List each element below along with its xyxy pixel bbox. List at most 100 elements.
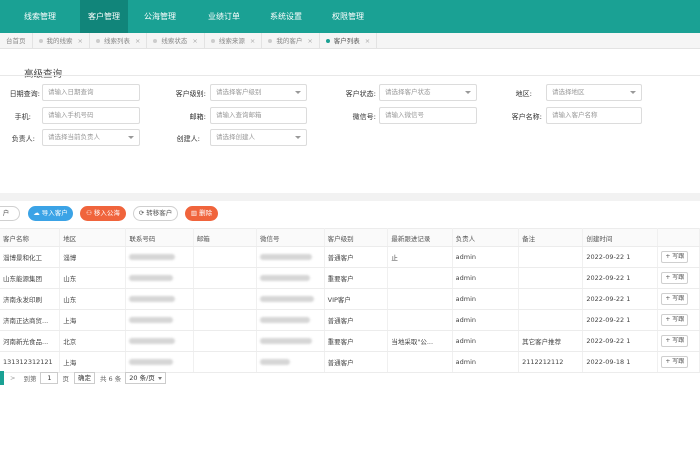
col-header[interactable]: 备注 <box>518 228 584 247</box>
nav-item-permissions[interactable]: 权限管理 <box>316 0 380 33</box>
chevron-right-icon[interactable]: > <box>10 374 15 382</box>
col-header[interactable]: 邮箱 <box>193 228 258 247</box>
page-size-value: 20 条/页 <box>129 374 155 382</box>
cell-created: 2022-09-22 1 <box>582 267 659 289</box>
col-header[interactable]: 微信号 <box>256 228 325 247</box>
redacted-value <box>260 359 290 365</box>
nav-item-customers[interactable]: 客户管理 <box>80 0 128 33</box>
tab-lead-source[interactable]: 线索来源 × <box>205 33 263 49</box>
cell-phone <box>125 330 194 352</box>
close-icon[interactable]: × <box>192 37 197 45</box>
confirm-page-button[interactable]: 确定 <box>73 372 95 384</box>
close-icon[interactable]: × <box>365 37 370 45</box>
owner-select[interactable]: 请选择当前负责人 <box>42 129 140 146</box>
creator-select[interactable]: 请选择创建人 <box>210 129 307 146</box>
placeholder: 请选择创建人 <box>216 133 255 141</box>
email-input[interactable]: 请输入查询邮箱 <box>210 107 307 124</box>
table-row[interactable]: 山东能源集团 山东 重要客户 admin 2022-09-22 1 + 写跟 <box>0 267 700 289</box>
cell-wechat <box>256 330 325 352</box>
cell-owner: admin <box>452 351 520 373</box>
cell-wechat <box>256 351 325 373</box>
level-select[interactable]: 请选择客户级别 <box>210 84 307 101</box>
table-row[interactable]: 济南永发印刷 山东 VIP客户 admin 2022-09-22 1 + 写跟 <box>0 288 700 310</box>
delete-button[interactable]: ▥ 删除 <box>185 206 218 221</box>
creator-label: 创建人: <box>176 135 200 143</box>
tab-lead-status[interactable]: 线索状态 × <box>147 33 205 49</box>
cell-region: 山东 <box>59 288 127 310</box>
phone-input[interactable]: 请输入手机号码 <box>42 107 140 124</box>
chevron-down-icon <box>128 136 134 139</box>
cell-note <box>518 267 584 289</box>
pagination-accent <box>0 371 4 385</box>
redacted-value <box>129 359 174 365</box>
table-row[interactable]: 淄博景和化工 淄博 普通客户 止 admin 2022-09-22 1 + 写跟 <box>0 246 700 268</box>
write-followup-button[interactable]: + 写跟 <box>661 314 689 326</box>
cell-level: 重要客户 <box>324 330 389 352</box>
table-row[interactable]: 131312312121 上海 普通客户 admin 2112212112 20… <box>0 351 700 373</box>
page-unit-label: 页 <box>62 375 69 383</box>
col-header[interactable]: 地区 <box>59 228 127 247</box>
cell-phone <box>125 267 194 289</box>
move-to-pool-button[interactable]: ⚇ 移入公海 <box>80 206 126 221</box>
cell-email <box>193 246 258 268</box>
cell-owner: admin <box>452 288 520 310</box>
nav-item-orders[interactable]: 业绩订单 <box>192 0 256 33</box>
close-icon[interactable]: × <box>250 37 255 45</box>
button-label: 导入客户 <box>41 209 68 217</box>
close-icon[interactable]: × <box>135 37 140 45</box>
goto-label: 到第 <box>23 375 37 383</box>
add-customer-button[interactable]: 户 <box>0 206 20 221</box>
cell-phone <box>125 246 194 268</box>
tab-my-customers[interactable]: 我的客户 × <box>262 33 320 49</box>
tab-my-leads[interactable]: 我的线索 × <box>33 33 90 49</box>
transfer-customer-button[interactable]: ⟳ 转移客户 <box>133 206 178 221</box>
cell-created: 2022-09-22 1 <box>582 330 659 352</box>
page-number-input[interactable]: 1 <box>40 372 59 384</box>
region-select[interactable]: 请选择地区 <box>546 84 642 101</box>
nav-item-settings[interactable]: 系统设置 <box>256 0 316 33</box>
col-header[interactable]: 最新跟进记录 <box>387 228 453 247</box>
col-header[interactable]: 客户级别 <box>324 228 389 247</box>
cell-level: VIP客户 <box>324 288 389 310</box>
cell-owner: admin <box>452 267 520 289</box>
nav-item-pool[interactable]: 公海管理 <box>128 0 192 33</box>
write-followup-button[interactable]: + 写跟 <box>661 293 689 305</box>
customer-name-input[interactable]: 请输入客户名称 <box>546 107 642 124</box>
write-followup-button[interactable]: + 写跟 <box>661 251 689 263</box>
close-icon[interactable]: × <box>78 37 83 45</box>
page-size-select[interactable]: 20 条/页 <box>125 372 166 384</box>
close-icon[interactable]: × <box>307 37 312 45</box>
pagination: > 到第 1 页 确定 共 6 条 20 条/页 <box>0 371 166 385</box>
cell-wechat <box>256 267 325 289</box>
tab-customer-list[interactable]: 客户列表 × <box>320 33 378 49</box>
button-label: 移入公海 <box>93 209 120 217</box>
dot-icon <box>268 39 273 43</box>
dot-icon <box>38 39 43 43</box>
import-customer-button[interactable]: ☁ 导入客户 <box>28 206 73 221</box>
table-row[interactable]: 河南新光食品... 北京 重要客户 当地采取"公... admin 其它客户推荐… <box>0 330 700 352</box>
tab-home[interactable]: 台首页 <box>0 33 33 49</box>
cell-name: 淄博景和化工 <box>0 246 61 268</box>
status-select[interactable]: 请选择客户状态 <box>379 84 477 101</box>
tab-lead-list[interactable]: 线索列表 × <box>90 33 148 49</box>
date-input[interactable]: 请输入日期查询 <box>42 84 140 101</box>
cell-followup: 当地采取"公... <box>387 330 453 352</box>
nav-item-leads[interactable]: 线索管理 <box>0 0 80 33</box>
table-row[interactable]: 济南正达商贸... 上海 普通客户 admin 2022-09-22 1 + 写… <box>0 309 700 331</box>
write-followup-button[interactable]: + 写跟 <box>661 335 689 347</box>
write-followup-button[interactable]: + 写跟 <box>661 356 689 368</box>
cell-action: + 写跟 <box>657 288 700 310</box>
write-followup-button[interactable]: + 写跟 <box>661 272 689 284</box>
col-header[interactable]: 负责人 <box>452 228 520 247</box>
cell-action: + 写跟 <box>657 246 700 268</box>
col-header[interactable]: 创建时间 <box>582 228 659 247</box>
cell-phone <box>125 351 194 373</box>
col-header[interactable]: 联系号码 <box>125 228 194 247</box>
cell-region: 山东 <box>59 267 127 289</box>
cell-level: 普通客户 <box>324 246 389 268</box>
button-label: 转移客户 <box>146 209 173 217</box>
wechat-input[interactable]: 请输入微信号 <box>379 107 477 124</box>
status-label: 客户状态: <box>345 90 376 98</box>
col-header[interactable]: 客户名称 <box>0 228 61 247</box>
dot-icon <box>95 39 100 43</box>
